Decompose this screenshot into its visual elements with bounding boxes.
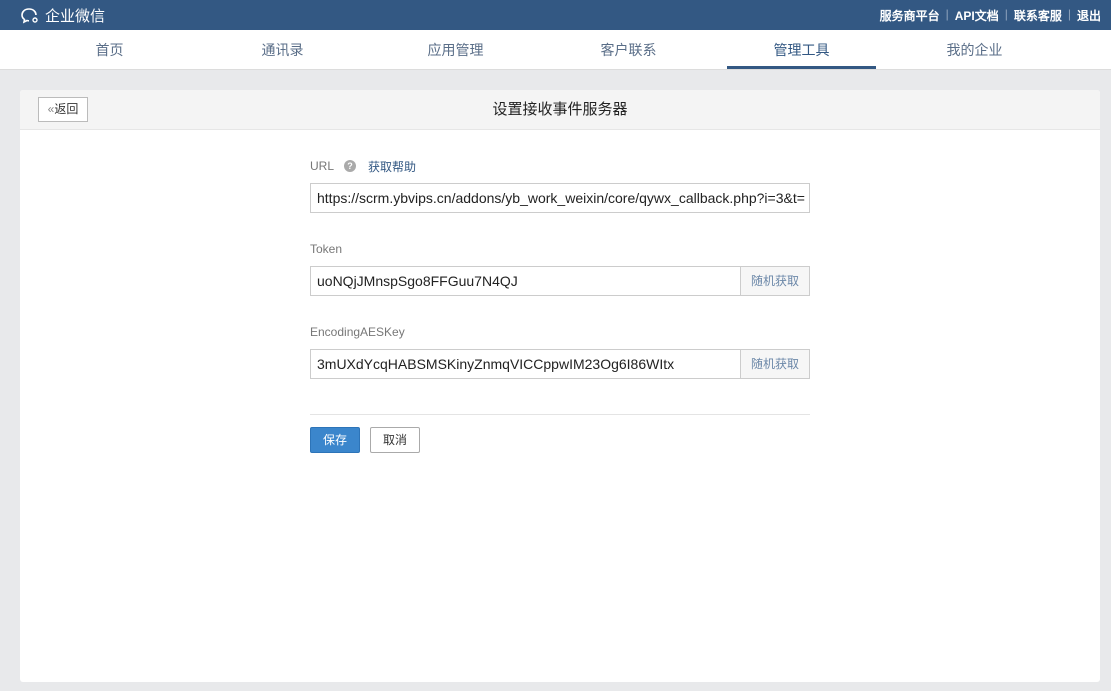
save-button[interactable]: 保存	[310, 427, 360, 453]
link-logout[interactable]: 退出	[1077, 7, 1101, 24]
wework-logo-icon	[21, 7, 38, 23]
page-title: 设置接收事件服务器	[492, 101, 628, 118]
back-label: 返回	[54, 102, 79, 116]
tab-admin-tools[interactable]: 管理工具	[715, 30, 888, 69]
random-aeskey-button[interactable]: 随机获取	[740, 350, 809, 378]
link-api-docs[interactable]: API文档	[955, 7, 999, 24]
tab-my-company[interactable]: 我的企业	[888, 30, 1061, 69]
help-link[interactable]: 获取帮助	[368, 158, 416, 175]
settings-panel: «返回 设置接收事件服务器 URL? 获取帮助 https://scrm.ybvi…	[20, 90, 1100, 682]
url-label: URL	[310, 159, 335, 173]
callback-form: URL? 获取帮助 https://scrm.ybvips.cn/addons/y…	[310, 158, 810, 453]
tab-customers[interactable]: 客户联系	[542, 30, 715, 69]
divider	[310, 414, 810, 415]
top-bar: 企业微信 服务商平台 | API文档 | 联系客服 | 退出	[0, 0, 1111, 30]
url-value: https://scrm.ybvips.cn/addons/yb_work_we…	[317, 190, 805, 206]
main-nav: 首页 通讯录 应用管理 客户联系 管理工具 我的企业	[0, 30, 1111, 70]
token-input[interactable]: uoNQjJMnspSgo8FFGuu7N4QJ	[311, 267, 740, 295]
url-input[interactable]: https://scrm.ybvips.cn/addons/yb_work_we…	[310, 183, 810, 213]
divider: |	[1067, 7, 1071, 21]
question-icon[interactable]: ?	[344, 160, 357, 172]
aeskey-label: EncodingAESKey	[310, 325, 405, 339]
tab-contacts[interactable]: 通讯录	[196, 30, 369, 69]
tab-apps[interactable]: 应用管理	[369, 30, 542, 69]
tab-home[interactable]: 首页	[23, 30, 196, 69]
cancel-button[interactable]: 取消	[370, 427, 420, 453]
back-button[interactable]: «返回	[38, 97, 88, 122]
logo[interactable]: 企业微信	[20, 5, 105, 26]
divider: |	[1004, 7, 1008, 21]
app-name: 企业微信	[45, 8, 106, 25]
link-contact-support[interactable]: 联系客服	[1014, 7, 1062, 24]
aeskey-input[interactable]: 3mUXdYcqHABSMSKinyZnmqVICCppwIM23Og6I86W…	[311, 350, 740, 378]
random-token-button[interactable]: 随机获取	[740, 267, 809, 295]
link-provider-platform[interactable]: 服务商平台	[880, 7, 940, 24]
divider: |	[945, 7, 949, 21]
token-label: Token	[310, 242, 343, 256]
